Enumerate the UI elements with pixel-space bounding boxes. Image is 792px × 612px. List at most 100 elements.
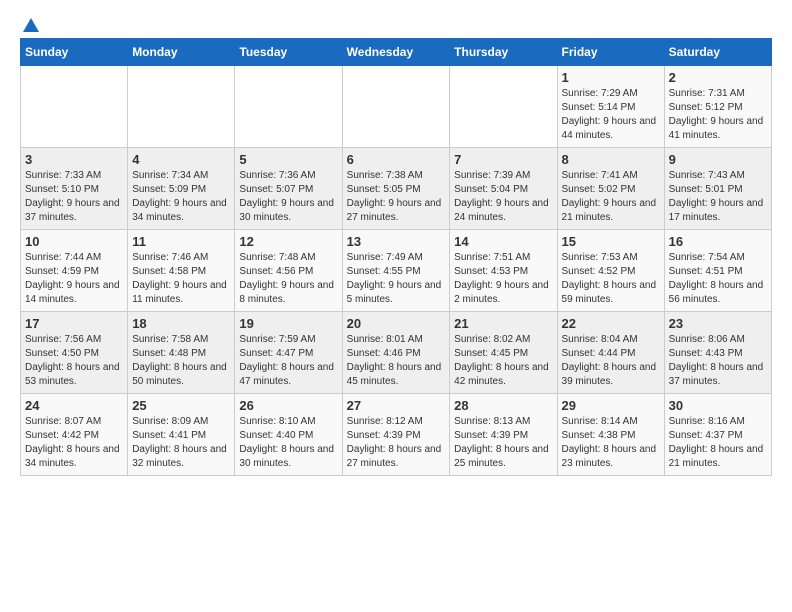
day-header-sunday: Sunday [21, 39, 128, 66]
calendar-cell: 7Sunrise: 7:39 AM Sunset: 5:04 PM Daylig… [450, 148, 557, 230]
calendar-cell [21, 66, 128, 148]
day-number: 11 [132, 234, 230, 249]
day-header-saturday: Saturday [664, 39, 771, 66]
calendar-cell: 20 Sunrise: 8:01 AM Sunset: 4:46 PM Dayli… [342, 312, 450, 394]
day-number: 8 [562, 152, 660, 167]
day-detail: Sunrise: 8:13 AM Sunset: 4:39 PM Dayligh… [454, 415, 552, 471]
day-number: 30 [669, 398, 767, 413]
calendar-cell: 6 Sunrise: 7:38 AM Sunset: 5:05 PM Daylig… [342, 148, 450, 230]
calendar-cell: 15 Sunrise: 7:53 AM Sunset: 4:52 PM Dayli… [557, 230, 664, 312]
day-number: 15 [562, 234, 660, 249]
day-detail: Sunrise: 7:51 AM Sunset: 4:53 PM Dayligh… [454, 251, 552, 307]
day-header-friday: Friday [557, 39, 664, 66]
day-detail: Sunrise: 8:06 AM Sunset: 4:43 PM Dayligh… [669, 333, 767, 389]
calendar-cell: 17 Sunrise: 7:56 AM Sunset: 4:50 PM Dayli… [21, 312, 128, 394]
day-detail: Sunrise: 7:48 AM Sunset: 4:56 PM Dayligh… [239, 251, 337, 307]
day-detail: Sunrise: 7:49 AM Sunset: 4:55 PM Dayligh… [347, 251, 446, 307]
calendar-cell: 28 Sunrise: 8:13 AM Sunset: 4:39 PM Dayli… [450, 394, 557, 476]
calendar-cell: 2 Sunrise: 7:31 AM Sunset: 5:12 PM Daylig… [664, 66, 771, 148]
calendar-cell: 12 Sunrise: 7:48 AM Sunset: 4:56 PM Dayli… [235, 230, 342, 312]
day-number: 4 [132, 152, 230, 167]
day-number: 10 [25, 234, 123, 249]
day-number: 28 [454, 398, 552, 413]
day-header-monday: Monday [128, 39, 235, 66]
day-detail: Sunrise: 7:36 AM Sunset: 5:07 PM Dayligh… [239, 169, 337, 225]
calendar-cell: 30 Sunrise: 8:16 AM Sunset: 4:37 PM Dayli… [664, 394, 771, 476]
day-detail: Sunrise: 7:56 AM Sunset: 4:50 PM Dayligh… [25, 333, 123, 389]
calendar-cell [235, 66, 342, 148]
calendar-cell: 3 Sunrise: 7:33 AM Sunset: 5:10 PM Daylig… [21, 148, 128, 230]
day-detail: Sunrise: 8:07 AM Sunset: 4:42 PM Dayligh… [25, 415, 123, 471]
day-number: 24 [25, 398, 123, 413]
calendar-cell: 18 Sunrise: 7:58 AM Sunset: 4:48 PM Dayli… [128, 312, 235, 394]
day-detail: Sunrise: 7:54 AM Sunset: 4:51 PM Dayligh… [669, 251, 767, 307]
day-detail: Sunrise: 7:38 AM Sunset: 5:05 PM Dayligh… [347, 169, 446, 225]
day-number: 5 [239, 152, 337, 167]
day-number: 13 [347, 234, 446, 249]
day-number: 16 [669, 234, 767, 249]
day-detail: Sunrise: 7:34 AM Sunset: 5:09 PM Dayligh… [132, 169, 230, 225]
day-detail: Sunrise: 7:59 AM Sunset: 4:47 PM Dayligh… [239, 333, 337, 389]
calendar-cell: 25 Sunrise: 8:09 AM Sunset: 4:41 PM Dayli… [128, 394, 235, 476]
day-number: 25 [132, 398, 230, 413]
day-header-wednesday: Wednesday [342, 39, 450, 66]
day-detail: Sunrise: 8:12 AM Sunset: 4:39 PM Dayligh… [347, 415, 446, 471]
calendar-cell: 21Sunrise: 8:02 AM Sunset: 4:45 PM Dayli… [450, 312, 557, 394]
calendar-cell: 1 Sunrise: 7:29 AM Sunset: 5:14 PM Daylig… [557, 66, 664, 148]
logo-triangle-icon [22, 16, 40, 34]
calendar-cell: 29 Sunrise: 8:14 AM Sunset: 4:38 PM Dayli… [557, 394, 664, 476]
calendar-cell: 23 Sunrise: 8:06 AM Sunset: 4:43 PM Dayli… [664, 312, 771, 394]
calendar-cell [450, 66, 557, 148]
calendar-cell: 26Sunrise: 8:10 AM Sunset: 4:40 PM Dayli… [235, 394, 342, 476]
day-detail: Sunrise: 8:14 AM Sunset: 4:38 PM Dayligh… [562, 415, 660, 471]
day-detail: Sunrise: 7:29 AM Sunset: 5:14 PM Dayligh… [562, 87, 660, 143]
calendar-cell: 5 Sunrise: 7:36 AM Sunset: 5:07 PM Daylig… [235, 148, 342, 230]
day-detail: Sunrise: 7:31 AM Sunset: 5:12 PM Dayligh… [669, 87, 767, 143]
calendar-cell: 14 Sunrise: 7:51 AM Sunset: 4:53 PM Dayli… [450, 230, 557, 312]
day-number: 2 [669, 70, 767, 85]
day-number: 20 [347, 316, 446, 331]
day-detail: Sunrise: 8:01 AM Sunset: 4:46 PM Dayligh… [347, 333, 446, 389]
day-detail: Sunrise: 7:44 AM Sunset: 4:59 PM Dayligh… [25, 251, 123, 307]
days-header-row: SundayMondayTuesdayWednesdayThursdayFrid… [21, 39, 772, 66]
calendar-cell: 22Sunrise: 8:04 AM Sunset: 4:44 PM Dayli… [557, 312, 664, 394]
calendar-cell: 19 Sunrise: 7:59 AM Sunset: 4:47 PM Dayli… [235, 312, 342, 394]
day-detail: Sunrise: 7:58 AM Sunset: 4:48 PM Dayligh… [132, 333, 230, 389]
calendar-week-5: 24 Sunrise: 8:07 AM Sunset: 4:42 PM Dayli… [21, 394, 772, 476]
calendar-week-3: 10 Sunrise: 7:44 AM Sunset: 4:59 PM Dayli… [21, 230, 772, 312]
day-number: 19 [239, 316, 337, 331]
day-number: 18 [132, 316, 230, 331]
day-detail: Sunrise: 7:33 AM Sunset: 5:10 PM Dayligh… [25, 169, 123, 225]
day-number: 17 [25, 316, 123, 331]
day-detail: Sunrise: 7:46 AM Sunset: 4:58 PM Dayligh… [132, 251, 230, 307]
calendar-cell: 16 Sunrise: 7:54 AM Sunset: 4:51 PM Dayli… [664, 230, 771, 312]
day-number: 1 [562, 70, 660, 85]
day-detail: Sunrise: 7:53 AM Sunset: 4:52 PM Dayligh… [562, 251, 660, 307]
day-detail: Sunrise: 7:41 AM Sunset: 5:02 PM Dayligh… [562, 169, 660, 225]
day-number: 23 [669, 316, 767, 331]
calendar-week-4: 17 Sunrise: 7:56 AM Sunset: 4:50 PM Dayli… [21, 312, 772, 394]
calendar-cell [128, 66, 235, 148]
day-number: 3 [25, 152, 123, 167]
day-number: 14 [454, 234, 552, 249]
calendar-cell: 8 Sunrise: 7:41 AM Sunset: 5:02 PM Daylig… [557, 148, 664, 230]
day-header-thursday: Thursday [450, 39, 557, 66]
day-header-tuesday: Tuesday [235, 39, 342, 66]
day-detail: Sunrise: 8:04 AM Sunset: 4:44 PM Dayligh… [562, 333, 660, 389]
header [20, 20, 772, 28]
calendar-cell: 10 Sunrise: 7:44 AM Sunset: 4:59 PM Dayli… [21, 230, 128, 312]
day-detail: Sunrise: 8:09 AM Sunset: 4:41 PM Dayligh… [132, 415, 230, 471]
day-detail: Sunrise: 8:10 AM Sunset: 4:40 PM Dayligh… [239, 415, 337, 471]
calendar-cell: 13 Sunrise: 7:49 AM Sunset: 4:55 PM Dayli… [342, 230, 450, 312]
calendar-cell: 9Sunrise: 7:43 AM Sunset: 5:01 PM Daylig… [664, 148, 771, 230]
day-number: 27 [347, 398, 446, 413]
day-number: 6 [347, 152, 446, 167]
day-number: 29 [562, 398, 660, 413]
calendar-cell: 27 Sunrise: 8:12 AM Sunset: 4:39 PM Dayli… [342, 394, 450, 476]
day-number: 7 [454, 152, 552, 167]
day-detail: Sunrise: 8:16 AM Sunset: 4:37 PM Dayligh… [669, 415, 767, 471]
day-detail: Sunrise: 7:43 AM Sunset: 5:01 PM Dayligh… [669, 169, 767, 225]
calendar-table: SundayMondayTuesdayWednesdayThursdayFrid… [20, 38, 772, 476]
calendar-week-2: 3 Sunrise: 7:33 AM Sunset: 5:10 PM Daylig… [21, 148, 772, 230]
day-number: 12 [239, 234, 337, 249]
